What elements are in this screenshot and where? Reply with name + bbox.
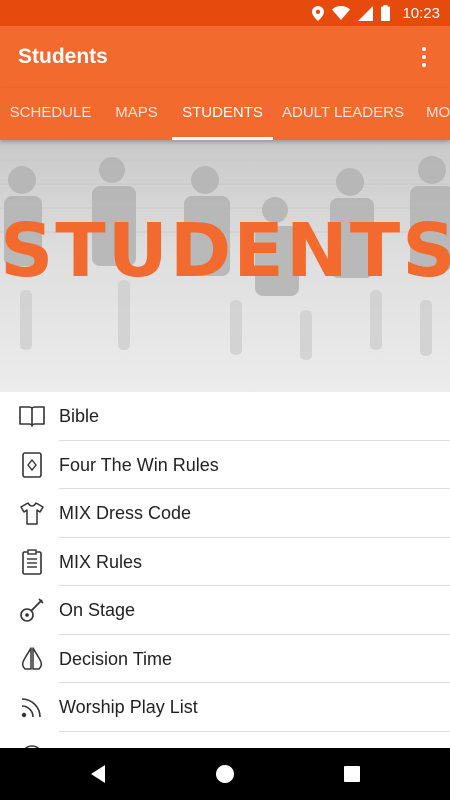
list-item-bible[interactable]: Bible	[0, 392, 450, 441]
list-item-worship-play-list[interactable]: Worship Play List	[0, 683, 450, 732]
tab-bar: SCHEDULE MAPS STUDENTS ADULT LEADERS MO	[0, 88, 450, 140]
tab-maps[interactable]: MAPS	[101, 88, 172, 140]
shirt-icon	[20, 502, 44, 525]
more-vert-icon	[422, 47, 426, 51]
hero-banner: STUDENTS	[0, 140, 450, 392]
location-icon	[312, 5, 325, 21]
rss-icon	[21, 698, 41, 718]
list-item-label: Four The Win Rules	[59, 454, 219, 475]
tab-schedule[interactable]: SCHEDULE	[0, 88, 101, 140]
list-item-label: Bible	[59, 406, 100, 426]
tab-more[interactable]: MO	[413, 88, 450, 140]
app-bar: Students	[0, 26, 450, 88]
signal-icon	[358, 5, 374, 21]
status-bar: 10:23	[0, 0, 450, 26]
recents-icon[interactable]	[340, 762, 364, 786]
home-icon[interactable]	[213, 762, 237, 786]
list-item-four-the-win-rules[interactable]: Four The Win Rules	[0, 441, 450, 489]
wifi-icon	[332, 6, 351, 20]
list-item-on-stage[interactable]: On Stage	[0, 586, 450, 635]
back-icon[interactable]	[86, 762, 110, 786]
list-item-label: Decision Time	[59, 648, 173, 669]
page-title: Students	[18, 45, 108, 68]
tab-students[interactable]: STUDENTS	[172, 88, 273, 140]
book-icon	[19, 406, 45, 427]
guitar-icon	[20, 598, 44, 622]
status-icons: 10:23	[312, 0, 440, 26]
tab-adult-leaders[interactable]: ADULT LEADERS	[273, 88, 413, 140]
status-time: 10:23	[402, 4, 440, 22]
students-list: Bible Four The Win Rules MIX Dress Code …	[0, 392, 450, 780]
list-item-mix-dress-code[interactable]: MIX Dress Code	[0, 489, 450, 538]
list-item-label: MIX Rules	[59, 551, 143, 572]
tab-indicator	[172, 137, 273, 140]
list-item-decision-time[interactable]: Decision Time	[0, 635, 450, 683]
clipboard-icon	[22, 548, 42, 575]
praying-hands-icon	[21, 646, 43, 670]
system-nav-bar	[0, 748, 450, 800]
battery-icon	[381, 5, 391, 21]
overflow-menu-button[interactable]	[410, 41, 438, 73]
hero-title: STUDENTS	[0, 208, 450, 294]
list-item-label: On Stage	[59, 600, 136, 620]
list-item-label: MIX Dress Code	[59, 503, 192, 523]
playing-card-icon	[22, 451, 42, 478]
list-item-label: Worship Play List	[59, 697, 198, 717]
list-item-mix-rules[interactable]: MIX Rules	[0, 538, 450, 586]
